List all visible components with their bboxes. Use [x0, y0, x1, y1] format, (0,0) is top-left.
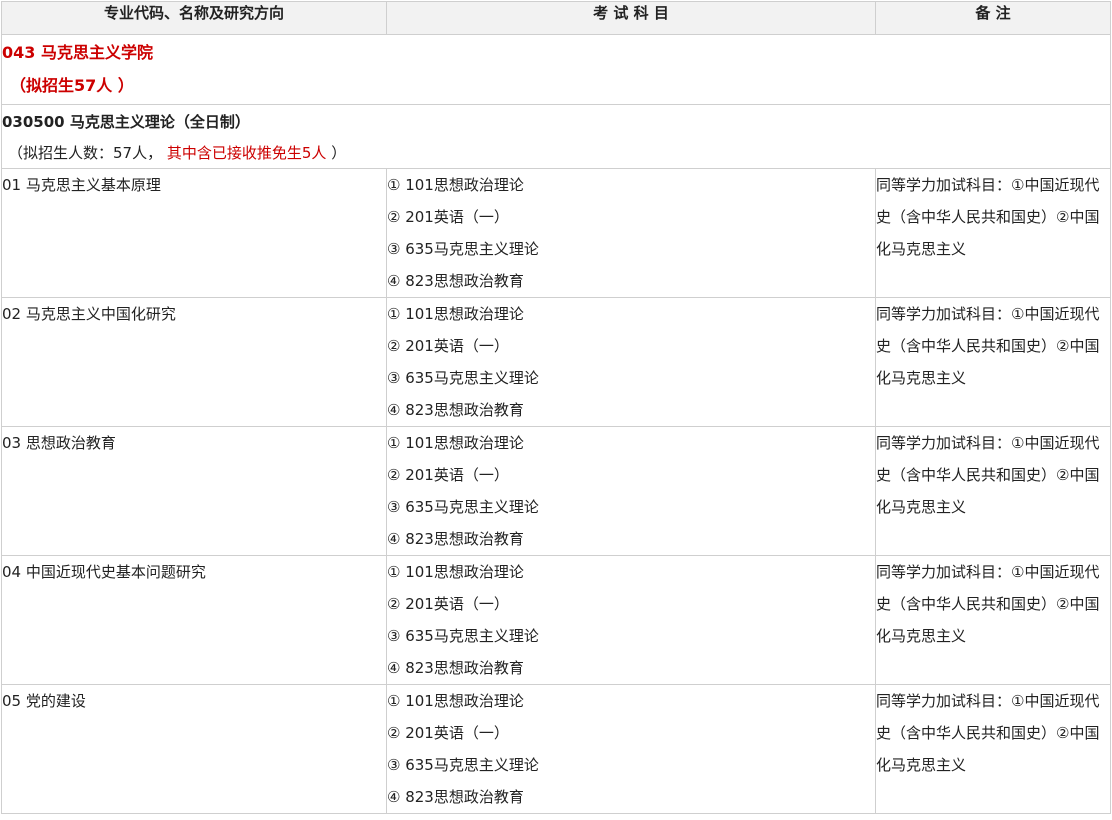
major-quota-exempt: 其中含已接收推免生5人: [166, 144, 327, 162]
subject-item: ① 101思想政治理论: [387, 563, 524, 581]
direction-name: 02 马克思主义中国化研究: [1, 297, 387, 427]
direction-name: 04 中国近现代史基本问题研究: [1, 555, 387, 685]
direction-note: 同等学力加试科目：①中国近现代史（含中华人民共和国史）②中国化马克思主义: [875, 168, 1111, 298]
subject-item: ① 101思想政治理论: [387, 434, 524, 452]
direction-subjects: ① 101思想政治理论 ② 201英语（一） ③ 635马克思主义理论 ④ 82…: [386, 684, 876, 814]
major-name: 030500 马克思主义理论（全日制）: [2, 113, 250, 131]
subject-item: ② 201英语（一）: [387, 595, 509, 613]
table-row: 04 中国近现代史基本问题研究 ① 101思想政治理论 ② 201英语（一） ③…: [1, 555, 1111, 685]
direction-note: 同等学力加试科目：①中国近现代史（含中华人民共和国史）②中国化马克思主义: [875, 684, 1111, 814]
major-quota: （拟招生人数：57人， 其中含已接收推免生5人 ）: [2, 139, 1110, 167]
school-row: 043 马克思主义学院 （拟招生57人 ）: [1, 34, 1111, 105]
direction-subjects: ① 101思想政治理论 ② 201英语（一） ③ 635马克思主义理论 ④ 82…: [386, 297, 876, 427]
subject-item: ② 201英语（一）: [387, 466, 509, 484]
table-row: 01 马克思主义基本原理 ① 101思想政治理论 ② 201英语（一） ③ 63…: [1, 168, 1111, 298]
subject-item: ② 201英语（一）: [387, 724, 509, 742]
header-exam-subjects: 考 试 科 目: [386, 1, 876, 35]
header-notes: 备 注: [875, 1, 1111, 35]
school-cell: 043 马克思主义学院 （拟招生57人 ）: [1, 34, 1111, 105]
header-major-code: 专业代码、名称及研究方向: [1, 1, 387, 35]
direction-name: 03 思想政治教育: [1, 426, 387, 556]
subject-item: ③ 635马克思主义理论: [387, 240, 539, 258]
direction-name: 01 马克思主义基本原理: [1, 168, 387, 298]
subject-item: ① 101思想政治理论: [387, 692, 524, 710]
school-quota: （拟招生57人 ）: [10, 76, 134, 95]
direction-subjects: ① 101思想政治理论 ② 201英语（一） ③ 635马克思主义理论 ④ 82…: [386, 426, 876, 556]
subject-item: ③ 635马克思主义理论: [387, 369, 539, 387]
subject-item: ④ 823思想政治教育: [387, 272, 524, 290]
direction-subjects: ① 101思想政治理论 ② 201英语（一） ③ 635马克思主义理论 ④ 82…: [386, 555, 876, 685]
table-row: 02 马克思主义中国化研究 ① 101思想政治理论 ② 201英语（一） ③ 6…: [1, 297, 1111, 427]
direction-name: 05 党的建设: [1, 684, 387, 814]
subject-item: ① 101思想政治理论: [387, 176, 524, 194]
subject-item: ④ 823思想政治教育: [387, 788, 524, 806]
table-row: 03 思想政治教育 ① 101思想政治理论 ② 201英语（一） ③ 635马克…: [1, 426, 1111, 556]
major-quota-prefix: （拟招生人数：57人，: [8, 144, 163, 162]
subject-item: ② 201英语（一）: [387, 208, 509, 226]
subject-item: ④ 823思想政治教育: [387, 530, 524, 548]
subject-item: ② 201英语（一）: [387, 337, 509, 355]
major-row: 030500 马克思主义理论（全日制） （拟招生人数：57人， 其中含已接收推免…: [1, 104, 1111, 169]
direction-subjects: ① 101思想政治理论 ② 201英语（一） ③ 635马克思主义理论 ④ 82…: [386, 168, 876, 298]
subject-item: ④ 823思想政治教育: [387, 659, 524, 677]
subject-item: ③ 635马克思主义理论: [387, 498, 539, 516]
major-quota-suffix: ）: [331, 144, 347, 162]
subject-item: ③ 635马克思主义理论: [387, 756, 539, 774]
direction-note: 同等学力加试科目：①中国近现代史（含中华人民共和国史）②中国化马克思主义: [875, 426, 1111, 556]
subject-item: ③ 635马克思主义理论: [387, 627, 539, 645]
school-name: 043 马克思主义学院: [2, 43, 153, 62]
direction-note: 同等学力加试科目：①中国近现代史（含中华人民共和国史）②中国化马克思主义: [875, 297, 1111, 427]
table-row: 05 党的建设 ① 101思想政治理论 ② 201英语（一） ③ 635马克思主…: [1, 684, 1111, 814]
header-row: 专业代码、名称及研究方向 考 试 科 目 备 注: [1, 1, 1111, 35]
subject-item: ① 101思想政治理论: [387, 305, 524, 323]
subject-item: ④ 823思想政治教育: [387, 401, 524, 419]
admissions-table: 专业代码、名称及研究方向 考 试 科 目 备 注 043 马克思主义学院 （拟招…: [1, 1, 1111, 814]
major-cell: 030500 马克思主义理论（全日制） （拟招生人数：57人， 其中含已接收推免…: [1, 104, 1111, 169]
direction-note: 同等学力加试科目：①中国近现代史（含中华人民共和国史）②中国化马克思主义: [875, 555, 1111, 685]
